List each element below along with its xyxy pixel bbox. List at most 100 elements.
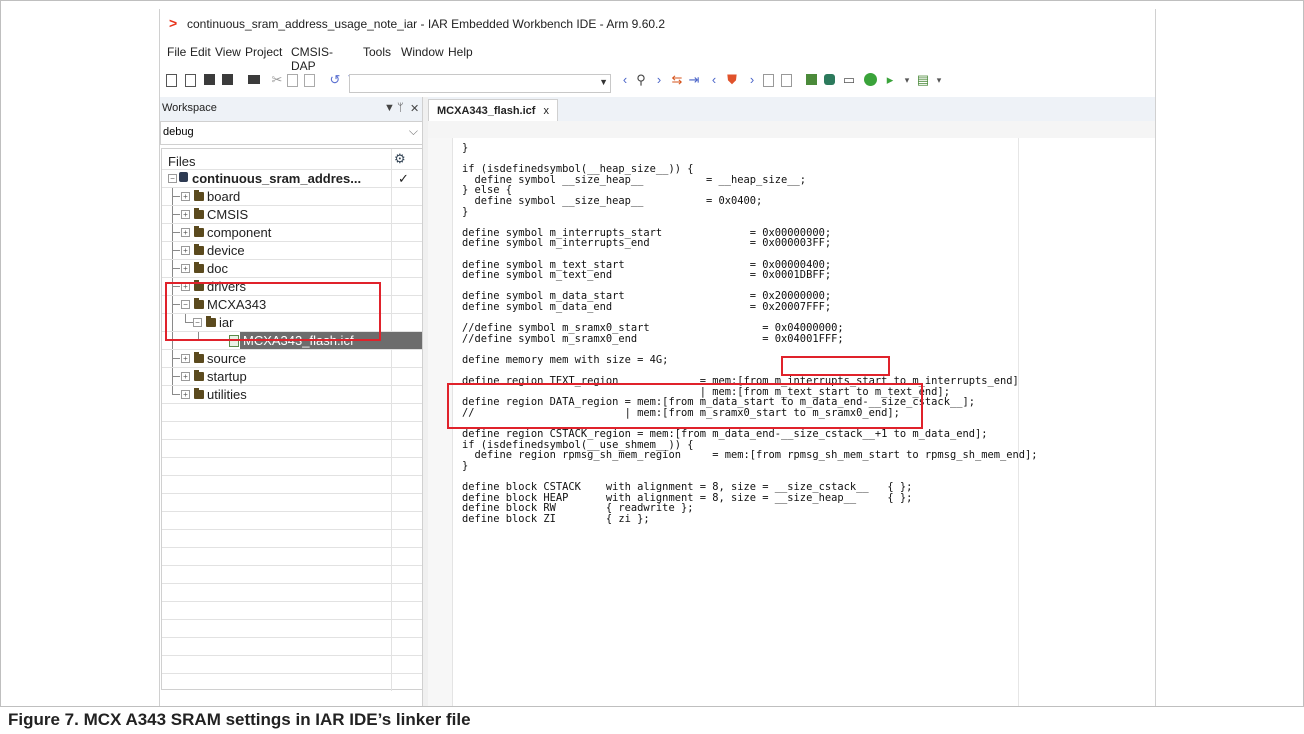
folder-icon — [194, 262, 204, 273]
expand-icon[interactable]: + — [181, 246, 190, 255]
ide-window: > continuous_sram_address_usage_note_iar… — [159, 9, 1156, 707]
close-icon[interactable]: x — [543, 105, 549, 117]
debug-without-download-icon[interactable]: ▸ — [883, 73, 897, 87]
dropdown-icon[interactable]: ▼ — [384, 102, 395, 114]
menu-project[interactable]: Project — [245, 45, 282, 59]
editor-tab-bar: MCXA343_flash.icf x — [428, 97, 1155, 122]
tree-item-component[interactable]: + component — [162, 224, 424, 242]
files-header: Files ⚙ — [162, 149, 424, 170]
menu-window[interactable]: Window — [401, 45, 444, 59]
code-text[interactable]: } if (isdefinedsymbol(__heap_size__)) { … — [462, 143, 1038, 524]
workspace-header: Workspace ▼ ᛘ ✕ — [160, 97, 422, 122]
tree-item-label: CMSIS — [207, 207, 249, 222]
chevron-down-icon[interactable]: ⌵ — [409, 124, 418, 139]
folder-icon — [194, 388, 204, 399]
close-icon[interactable]: ✕ — [410, 102, 419, 115]
title-bar: > continuous_sram_address_usage_note_iar… — [160, 9, 1155, 39]
toggle-bookmark-icon[interactable]: ⇆ — [670, 73, 684, 87]
check-icon: ✓ — [398, 171, 409, 186]
menu-view[interactable]: View — [215, 45, 241, 59]
menu-edit[interactable]: Edit — [190, 45, 211, 59]
files-header-label: Files — [168, 154, 196, 169]
caption-text: Figure 7. MCX A343 SRAM settings in IAR … — [8, 710, 471, 729]
pin-icon[interactable]: ᛘ — [397, 102, 404, 114]
highlight-sramx0-defines — [447, 383, 923, 429]
tree-item-device[interactable]: + device — [162, 242, 424, 260]
folder-icon — [194, 352, 204, 363]
tree-item-startup[interactable]: + startup — [162, 368, 424, 386]
next-icon[interactable]: › — [745, 73, 759, 87]
save-icon[interactable] — [204, 74, 215, 85]
folder-icon — [194, 190, 204, 201]
compile-icon[interactable] — [763, 74, 774, 87]
empty-row — [162, 566, 424, 584]
debug-run-icon[interactable] — [864, 73, 877, 86]
collapse-icon[interactable]: − — [168, 174, 177, 183]
empty-row — [162, 620, 424, 638]
tree-item-doc[interactable]: + doc — [162, 260, 424, 278]
tree-item-utilities[interactable]: + utilities — [162, 386, 424, 404]
file-tree: Files ⚙ − continuous_sram_addres... ✓ + … — [161, 148, 425, 691]
tree-item-project[interactable]: − continuous_sram_addres... ✓ — [162, 170, 424, 188]
gear-icon[interactable]: ⚙ — [394, 151, 406, 167]
download-icon[interactable] — [824, 74, 835, 85]
workspace-title: Workspace — [162, 102, 217, 114]
paste-icon[interactable] — [304, 74, 315, 87]
empty-row — [162, 548, 424, 566]
navigate-back-icon[interactable]: ‹ — [618, 73, 632, 87]
tree-item-source[interactable]: + source — [162, 350, 424, 368]
menu-tools[interactable]: Tools — [363, 45, 391, 59]
empty-row — [162, 422, 424, 440]
empty-row — [162, 404, 424, 422]
stop-build-icon[interactable] — [806, 74, 817, 85]
copy-icon[interactable] — [287, 74, 298, 87]
tree-item-cmsis[interactable]: + CMSIS — [162, 206, 424, 224]
editor-header-strip — [428, 121, 1155, 139]
expand-icon[interactable]: + — [181, 264, 190, 273]
toolbar: ✂ ↺ ↻ ‹ ⚲ › ⇆ ⇥ ‹ ⛊ › ▭ ▸ ▾ ▤ ▾ — [160, 65, 1155, 98]
configuration-select[interactable]: debug ⌵ — [160, 121, 423, 145]
tree-item-label: startup — [207, 369, 247, 384]
expand-icon[interactable]: + — [181, 372, 190, 381]
new-file-icon[interactable] — [166, 74, 177, 87]
expand-icon[interactable]: + — [181, 354, 190, 363]
expand-icon[interactable]: + — [181, 390, 190, 399]
save-all-icon[interactable] — [222, 74, 233, 85]
expand-icon[interactable]: + — [181, 228, 190, 237]
toolbar-overflow-icon[interactable]: ▾ — [900, 73, 914, 87]
make-icon[interactable] — [781, 74, 792, 87]
tree-item-label: component — [207, 225, 272, 240]
tab-mcxa343-flash-icf[interactable]: MCXA343_flash.icf x — [428, 99, 558, 122]
undo-icon[interactable]: ↺ — [328, 73, 342, 87]
find-combo[interactable]: ▼ — [349, 74, 611, 93]
expand-icon[interactable]: + — [181, 210, 190, 219]
expand-icon[interactable]: + — [181, 192, 190, 201]
previous-icon[interactable]: ‹ — [707, 73, 721, 87]
highlight-mcxa343-folder — [165, 282, 381, 341]
make-all-icon[interactable]: ▤ — [916, 73, 930, 87]
figure-frame: > continuous_sram_address_usage_note_iar… — [0, 0, 1304, 707]
memory-icon[interactable]: ▭ — [842, 73, 856, 87]
tree-item-label: board — [207, 189, 241, 204]
print-icon[interactable] — [248, 75, 260, 84]
breakpoint-icon[interactable]: ⛊ — [725, 73, 739, 87]
tab-label: MCXA343_flash.icf — [437, 105, 536, 117]
empty-row — [162, 584, 424, 602]
configuration-value: debug — [163, 126, 194, 138]
find-icon[interactable]: ⚲ — [634, 73, 648, 87]
empty-row — [162, 530, 424, 548]
cut-icon[interactable]: ✂ — [270, 73, 284, 87]
empty-row — [162, 512, 424, 530]
toolbar-overflow-2-icon[interactable]: ▾ — [932, 73, 946, 87]
open-file-icon[interactable] — [185, 74, 196, 87]
menu-help[interactable]: Help — [448, 45, 473, 59]
empty-row — [162, 602, 424, 620]
tree-item-board[interactable]: + board — [162, 188, 424, 206]
chevron-down-icon[interactable]: ▼ — [599, 77, 608, 87]
next-bookmark-icon[interactable]: ⇥ — [687, 73, 701, 87]
menu-file[interactable]: File — [167, 45, 186, 59]
navigate-forward-icon[interactable]: › — [652, 73, 666, 87]
window-title: continuous_sram_address_usage_note_iar -… — [187, 17, 666, 31]
empty-row — [162, 440, 424, 458]
empty-row — [162, 494, 424, 512]
